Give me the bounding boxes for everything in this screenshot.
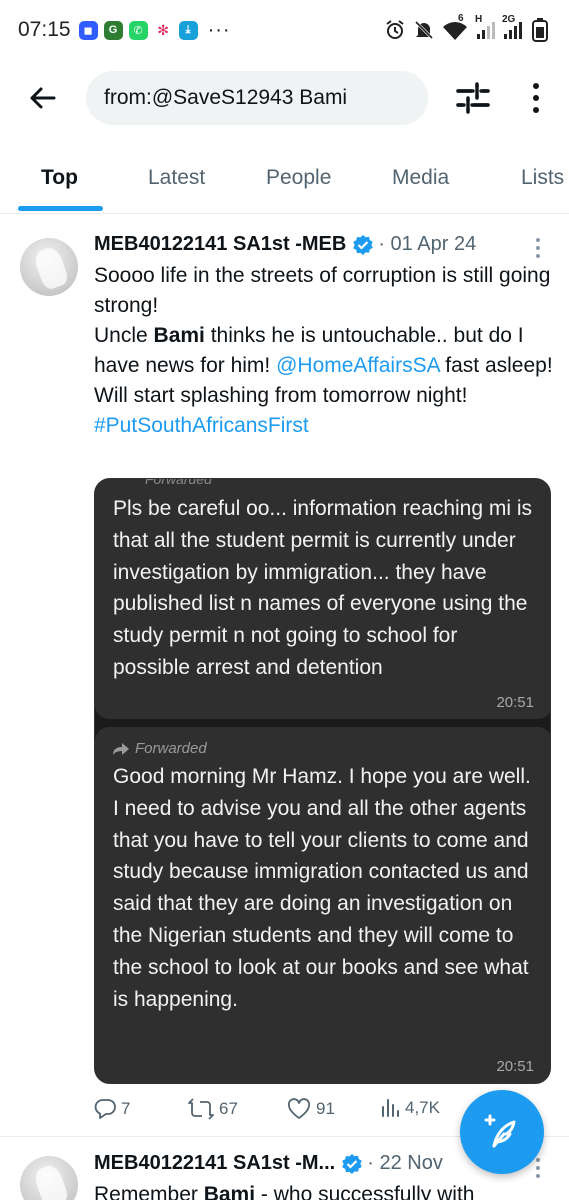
reply-count: 7 xyxy=(121,1099,131,1118)
more-dot-icon xyxy=(536,254,540,258)
tweet-text: Remember Bami - who successfully with xyxy=(94,1180,556,1200)
network-h-label: H xyxy=(475,14,483,25)
analytics-icon xyxy=(382,1099,399,1117)
search-filter-button[interactable] xyxy=(455,82,491,114)
tweet-media-image[interactable]: Forwarded Pls be careful oo... informati… xyxy=(94,478,551,1084)
chat-message-text: Pls be careful oo... information reachin… xyxy=(113,497,533,679)
tweet-line: Soooo life in the streets of corruption … xyxy=(94,264,551,317)
tweet-more-button[interactable] xyxy=(533,238,543,258)
status-indicators: 6 H 2G xyxy=(384,13,551,42)
compose-button[interactable] xyxy=(460,1090,544,1174)
mute-bell-icon xyxy=(414,20,434,40)
more-dot-icon xyxy=(536,238,540,242)
like-count: 91 xyxy=(316,1099,335,1118)
search-tabs: Top Latest People Media Lists xyxy=(0,148,569,214)
tab-lists[interactable]: Lists xyxy=(521,166,564,190)
tweet-more-button[interactable] xyxy=(533,1158,543,1178)
more-dot-icon xyxy=(536,246,540,250)
battery-icon xyxy=(532,18,548,42)
chat-time: 20:51 xyxy=(496,694,534,711)
author-name[interactable]: MEB40122141 SA1st -MEB xyxy=(94,233,346,256)
search-input[interactable]: from:@SaveS12943 Bami xyxy=(86,71,428,125)
forwarded-label: Forwarded xyxy=(145,478,212,487)
text-segment: Uncle xyxy=(94,324,154,347)
search-header: from:@SaveS12943 Bami xyxy=(0,68,569,128)
chat-time: 20:51 xyxy=(496,1058,534,1075)
tab-latest[interactable]: Latest xyxy=(148,166,205,190)
active-tab-indicator xyxy=(18,206,103,211)
more-dot-icon xyxy=(536,1158,540,1162)
chat-bubble: Forwarded Pls be careful oo... informati… xyxy=(95,478,550,719)
download-icon: ⤓ xyxy=(178,20,198,40)
tab-people[interactable]: People xyxy=(266,166,331,190)
sliders-icon xyxy=(456,82,490,114)
author-name[interactable]: MEB40122141 SA1st -M... xyxy=(94,1152,335,1175)
repost-button[interactable]: 67 xyxy=(188,1098,238,1120)
more-options-button[interactable] xyxy=(520,80,552,116)
status-time: 07:15 xyxy=(18,18,71,41)
tweet-date[interactable]: · 01 Apr 24 xyxy=(378,233,476,256)
back-button[interactable] xyxy=(22,80,62,116)
more-dot-icon xyxy=(536,1174,540,1178)
avatar[interactable] xyxy=(20,238,78,296)
tweet-header: MEB40122141 SA1st -M... · 22 Nov xyxy=(94,1152,443,1175)
tweet-text: Soooo life in the streets of corruption … xyxy=(94,261,556,441)
status-bar: 07:15 ◼ G ✆ ✻ ⤓ ··· 6 H 2G xyxy=(0,0,569,60)
repost-count: 67 xyxy=(219,1099,238,1118)
tab-top[interactable]: Top xyxy=(41,166,78,190)
more-dot-icon xyxy=(533,83,539,89)
wifi-icon xyxy=(443,22,467,40)
reply-icon xyxy=(94,1099,116,1119)
avatar[interactable] xyxy=(20,1156,78,1200)
alarm-icon xyxy=(386,20,404,39)
slack-icon: ✻ xyxy=(157,21,169,38)
like-button[interactable]: 91 xyxy=(287,1098,335,1120)
verified-badge-icon xyxy=(353,234,374,255)
hashtag-link[interactable]: #PutSouthAfricansFirst xyxy=(94,414,309,437)
view-count: 4,7K xyxy=(405,1098,440,1117)
text-segment: Remember xyxy=(94,1183,204,1200)
chat-bubble: Forwarded Good morning Mr Hamz. I hope y… xyxy=(95,727,550,1083)
repost-icon xyxy=(188,1098,214,1120)
views-button[interactable]: 4,7K xyxy=(380,1098,440,1118)
highlighted-keyword: Bami xyxy=(203,1183,256,1200)
heart-icon xyxy=(287,1098,311,1119)
more-dot-icon xyxy=(533,107,539,113)
tweet-paragraph: Uncle Bami thinks he is untouchable.. bu… xyxy=(94,321,556,411)
arrow-left-icon xyxy=(30,87,56,109)
network-6-label: 6 xyxy=(458,13,464,24)
forward-arrow-icon xyxy=(113,742,129,755)
search-query: from:@SaveS12943 Bami xyxy=(104,86,348,109)
forwarded-label: Forwarded xyxy=(135,740,207,757)
verified-badge-icon xyxy=(342,1153,363,1174)
chat-message-text: Good morning Mr Hamz. I hope you are wel… xyxy=(113,765,531,1011)
more-notifications-icon: ··· xyxy=(207,18,231,41)
tweet-header: MEB40122141 SA1st -MEB · 01 Apr 24 xyxy=(94,233,476,256)
network-2g-label: 2G xyxy=(502,14,516,25)
mention-link[interactable]: @HomeAffairsSA xyxy=(276,354,439,377)
reply-button[interactable]: 7 xyxy=(94,1098,130,1120)
tab-media[interactable]: Media xyxy=(392,166,449,190)
whatsapp-icon: ✆ xyxy=(128,20,148,40)
more-dot-icon xyxy=(533,95,539,101)
highlighted-keyword: Bami xyxy=(153,324,205,347)
compose-feather-icon xyxy=(484,1114,516,1148)
text-segment: - who successfully with xyxy=(255,1183,475,1200)
forwarded-row: Forwarded xyxy=(113,740,534,757)
app-notification-icon: ◼ xyxy=(78,20,98,40)
grammarly-icon: G xyxy=(103,20,123,40)
tweet-date[interactable]: · 22 Nov xyxy=(367,1152,443,1175)
more-dot-icon xyxy=(536,1166,540,1170)
